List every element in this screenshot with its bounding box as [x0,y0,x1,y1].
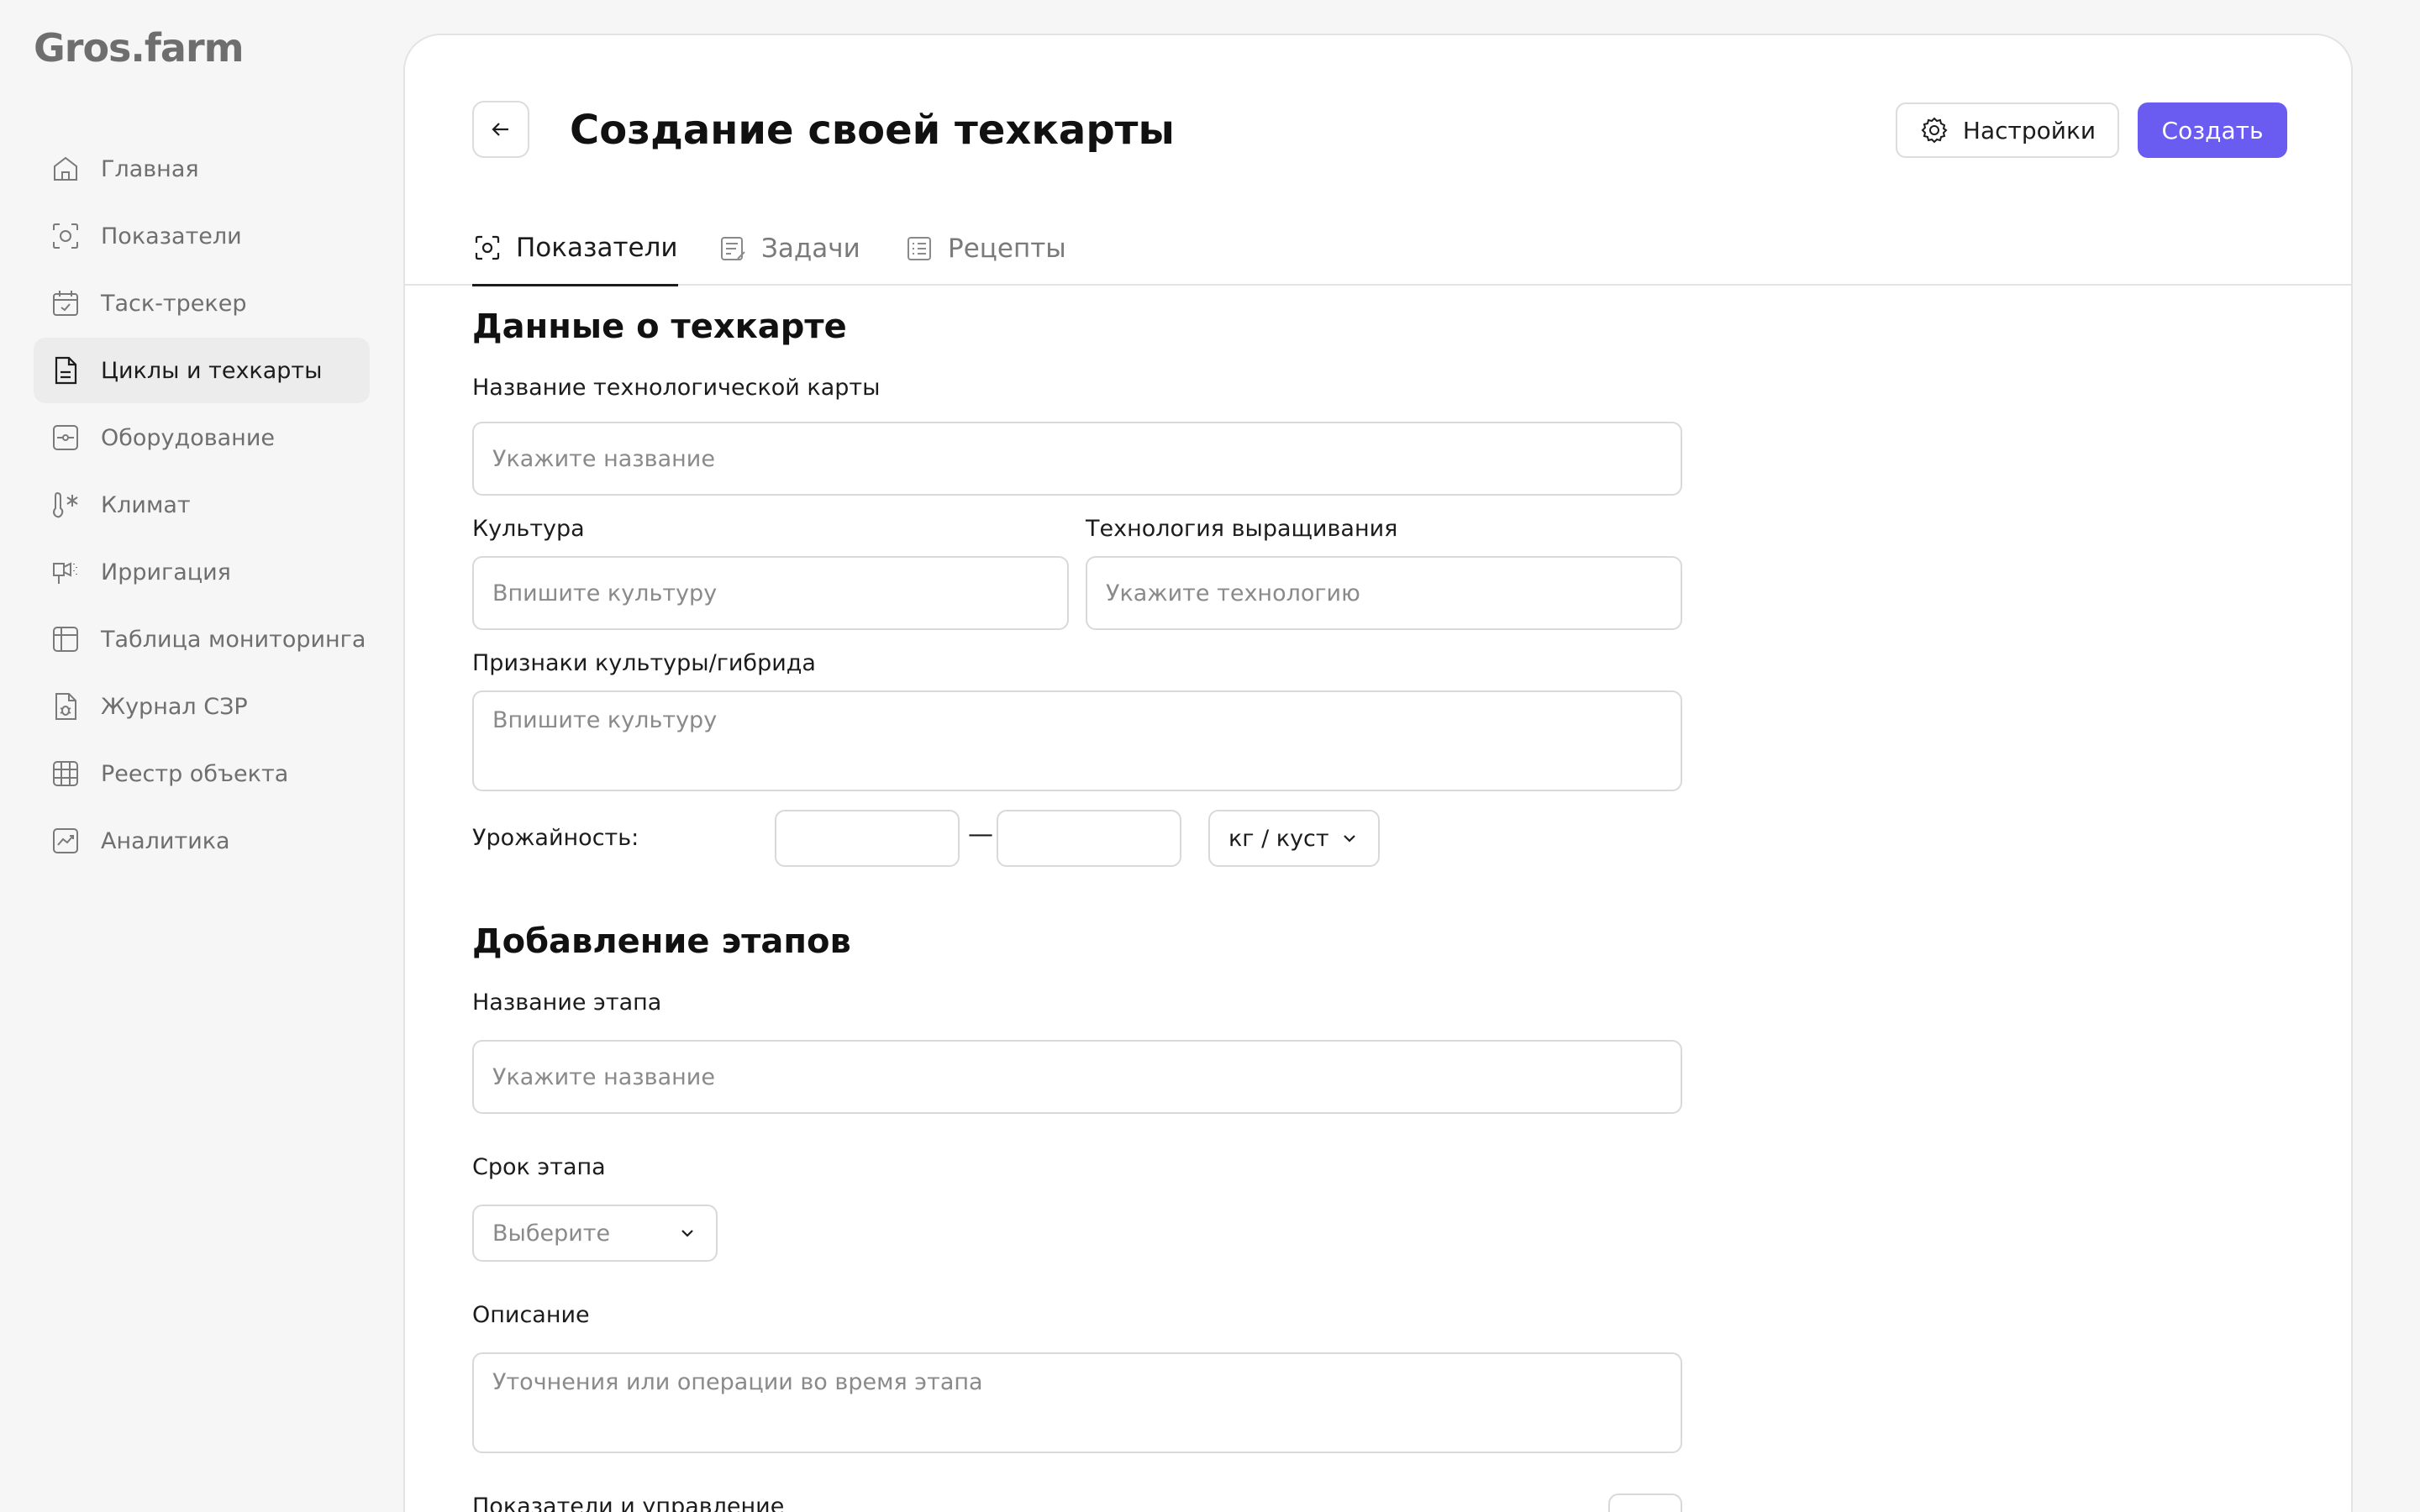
document-icon [49,354,82,387]
analytics-icon [49,824,82,858]
gear-icon [1921,117,1948,144]
yield-unit-value: кг / куст [1228,825,1329,852]
sidebar-item-irrigation[interactable]: Ирригация [34,539,370,605]
technology-input[interactable]: Укажите технологию [1086,556,1682,630]
sidebar-item-equipment[interactable]: Оборудование [34,405,370,470]
list-icon [908,237,931,260]
chevron-down-icon [681,1230,693,1237]
sidebar-item-label: Главная [101,155,199,182]
sidebar-item-monitoring-table[interactable]: Таблица мониторинга [34,606,370,672]
notes-icon [721,237,745,260]
settings-button[interactable]: Настройки [1896,102,2119,158]
controls-toggle[interactable] [1608,1494,1682,1512]
stage-name-input[interactable]: Укажите название [472,1040,1682,1114]
grid-icon [49,757,82,790]
create-button[interactable]: Создать [2138,102,2287,158]
description-label: Описание [472,1302,590,1328]
sidebar-item-indicators[interactable]: Показатели [34,203,370,269]
table-icon [49,622,82,656]
sidebar-item-climate[interactable]: Климат [34,472,370,538]
traits-label: Признаки культуры/гибрида [472,650,816,676]
sidebar-item-label: Циклы и техкарты [101,357,323,384]
traits-textarea[interactable]: Впишите культуру [472,690,1682,791]
tab-indicators[interactable]: Показатели [472,212,678,286]
sidebar-item-cycles-techcards[interactable]: Циклы и техкарты [34,338,370,403]
settings-label: Настройки [1962,116,2096,144]
stage-term-value: Выберите [492,1220,611,1247]
sidebar-item-label: Журнал СЗР [101,693,248,720]
tab-recipes[interactable]: Рецепты [904,212,1066,286]
journal-bug-icon [49,690,82,723]
sidebar-item-home[interactable]: Главная [34,136,370,202]
sidebar-item-analytics[interactable]: Аналитика [34,808,370,874]
page-title: Создание своей техкарты [570,107,1175,154]
chevron-down-icon [1344,835,1355,843]
app-logo[interactable]: Gros.farm [34,25,245,71]
sidebar-item-label: Показатели [101,223,242,249]
sidebar-item-label: Таск-трекер [101,290,247,317]
description-textarea[interactable]: Уточнения или операции во время этапа [472,1352,1682,1453]
stage-name-label: Название этапа [472,990,662,1016]
stage-term-label: Срок этапа [472,1154,606,1180]
technology-label: Технология выращивания [1086,516,1398,542]
tab-label: Задачи [761,234,860,264]
arrow-left-icon [492,123,508,136]
home-icon [49,152,82,186]
yield-from-input[interactable] [775,810,960,867]
sidebar-item-label: Ирригация [101,559,231,585]
sidebar-item-label: Климат [101,491,191,518]
tab-bar: Показатели Задачи Рецепты [405,212,2351,286]
back-button[interactable] [472,101,529,158]
techcard-name-input[interactable]: Укажите название [472,422,1682,496]
sidebar-item-label: Таблица мониторинга [101,626,366,653]
sidebar-item-label: Реестр объекта [101,760,289,787]
sidebar-item-task-tracker[interactable]: Таск-трекер [34,270,370,336]
irrigation-icon [49,555,82,589]
sidebar-item-label: Оборудование [101,424,275,451]
yield-to-input[interactable] [997,810,1181,867]
yield-unit-select[interactable]: кг / куст [1208,810,1380,867]
sidebar-item-label: Аналитика [101,827,230,854]
culture-input[interactable]: Впишите культуру [472,556,1069,630]
tab-tasks[interactable]: Задачи [718,212,860,286]
stage-term-select[interactable]: Выберите [472,1205,718,1262]
sidebar-item-object-registry[interactable]: Реестр объекта [34,741,370,806]
tab-label: Рецепты [948,234,1066,264]
yield-range-dash: — [968,820,993,849]
techcard-section-title: Данные о техкарте [472,307,847,346]
indicators-icon [475,235,500,260]
sidebar-nav: Главная Показатели Таск-трекер Циклы и т… [34,136,370,875]
stages-section-title: Добавление этапов [472,922,851,961]
thermometer-snow-icon [49,488,82,522]
tab-label: Показатели [516,233,678,263]
controls-label: Показатели и управление [472,1494,785,1512]
main-card: Создание своей техкарты Настройки Создат… [403,34,2353,1512]
culture-label: Культура [472,516,585,542]
indicators-icon [49,219,82,253]
yield-label: Урожайность: [472,825,639,851]
sidebar-item-pesticide-journal[interactable]: Журнал СЗР [34,674,370,739]
equipment-icon [49,421,82,454]
techcard-name-label: Название технологической карты [472,375,881,401]
calendar-check-icon [49,286,82,320]
